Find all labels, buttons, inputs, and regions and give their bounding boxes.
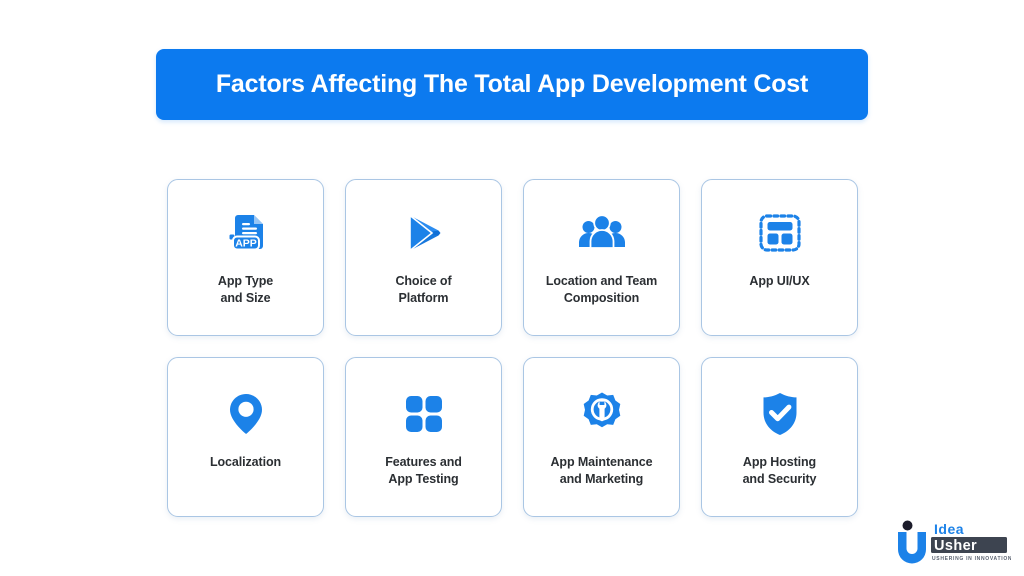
title-banner: Factors Affecting The Total App Developm…	[156, 49, 868, 120]
grid-squares-icon	[398, 388, 450, 440]
factor-card-app-hosting-and-security[interactable]: App Hosting and Security	[701, 357, 858, 517]
svg-text:Usher: Usher	[934, 538, 977, 554]
map-pin-icon	[220, 388, 272, 440]
factor-card-label: App Hosting and Security	[742, 455, 817, 486]
factor-card-app-type-and-size[interactable]: APP App Type and Size	[167, 179, 324, 336]
factor-card-location-and-team-composition[interactable]: Location and Team Composition	[523, 179, 680, 336]
gear-wrench-icon	[576, 388, 628, 440]
factor-card-features-and-app-testing[interactable]: Features and App Testing	[345, 357, 502, 517]
factor-card-app-ui-ux[interactable]: App UI/UX	[701, 179, 858, 336]
play-store-icon	[398, 207, 450, 259]
factor-card-label: App Maintenance and Marketing	[550, 455, 653, 486]
factor-card-label: Localization	[209, 455, 282, 469]
shield-check-icon	[754, 388, 806, 440]
factor-card-app-maintenance-and-marketing[interactable]: App Maintenance and Marketing	[523, 357, 680, 517]
factors-grid: APP App Type and Size Choice of Platform	[167, 179, 860, 517]
factor-card-label: Choice of Platform	[395, 274, 452, 305]
factor-card-label: App UI/UX	[749, 274, 810, 288]
svg-text:USHERING IN INNOVATION: USHERING IN INNOVATION	[932, 556, 1011, 562]
factor-card-label: Features and App Testing	[385, 455, 462, 486]
factor-card-label: Location and Team Composition	[545, 274, 658, 305]
svg-text:Idea: Idea	[934, 521, 964, 537]
team-group-icon	[576, 207, 628, 259]
factor-card-label: App Type and Size	[217, 274, 274, 305]
factor-card-choice-of-platform[interactable]: Choice of Platform	[345, 179, 502, 336]
wireframe-layout-icon	[754, 207, 806, 259]
factor-card-localization[interactable]: Localization	[167, 357, 324, 517]
idea-usher-logo: Idea Usher USHERING IN INNOVATION	[893, 518, 1011, 568]
infographic-canvas: Factors Affecting The Total App Developm…	[0, 0, 1024, 576]
app-document-icon: APP	[220, 207, 272, 259]
page-title: Factors Affecting The Total App Developm…	[215, 70, 809, 98]
svg-text:APP: APP	[235, 237, 257, 249]
